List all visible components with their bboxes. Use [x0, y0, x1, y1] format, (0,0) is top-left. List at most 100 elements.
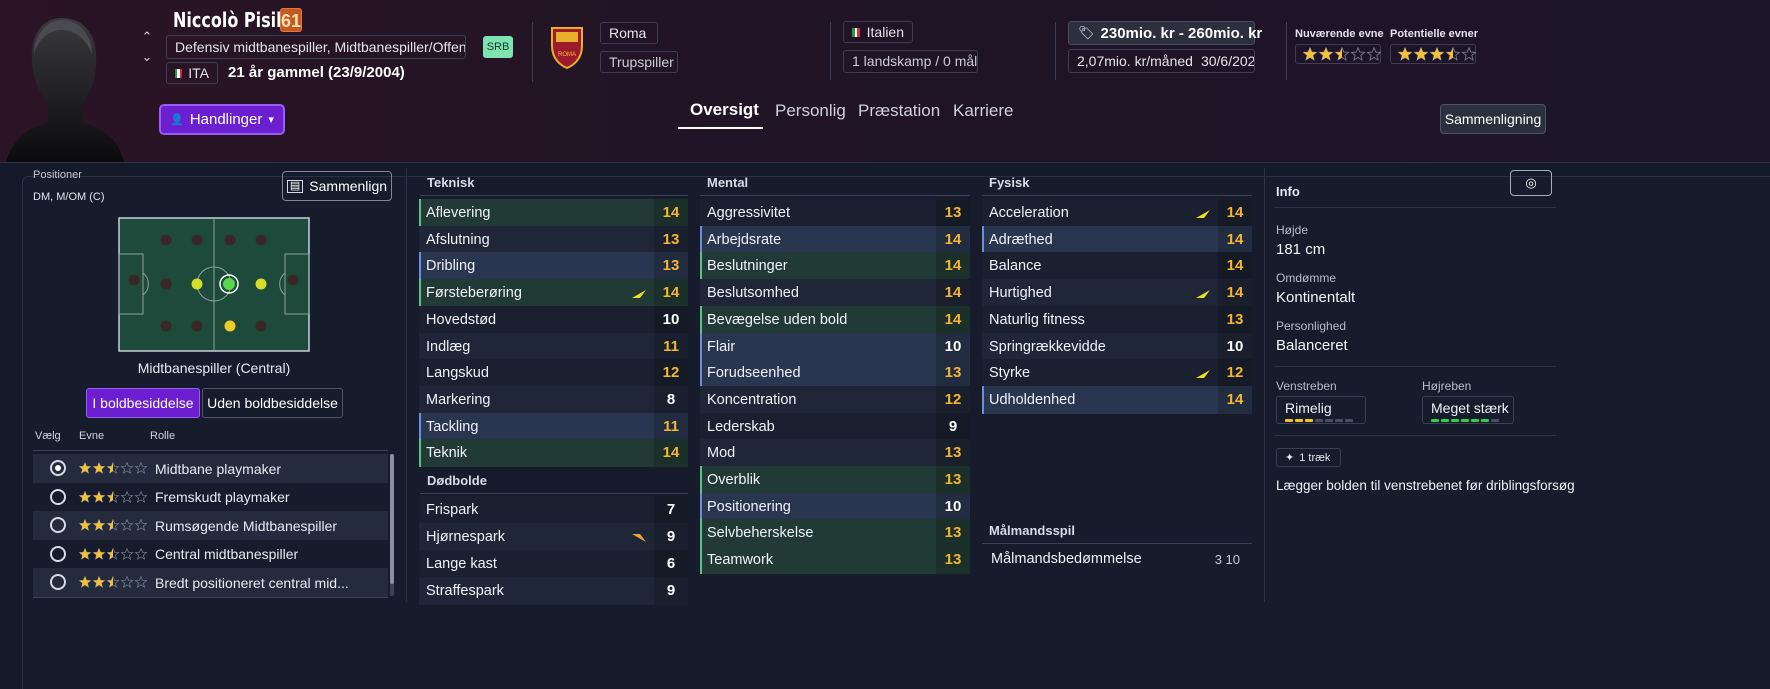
roles-divider	[33, 450, 388, 451]
attribute-row[interactable]: Aggressivitet 13	[700, 199, 970, 227]
tab-performance[interactable]: Præstation	[858, 101, 940, 121]
attribute-row[interactable]: Bevægelse uden bold 14	[700, 305, 970, 334]
attribute-row[interactable]: Udholdenhed 14	[982, 385, 1252, 414]
attribute-row[interactable]: Lange kast 6	[419, 549, 688, 578]
attribute-value: 14	[654, 199, 688, 227]
attribute-row[interactable]: Arbejdsrate 14	[700, 225, 970, 254]
role-row[interactable]: Fremskudt playmaker	[33, 483, 388, 512]
compare-icon: ▤	[286, 179, 304, 193]
attribute-value: 9	[936, 412, 970, 441]
club-name[interactable]: Roma	[600, 22, 658, 44]
reputation-label: Omdømme	[1276, 271, 1336, 285]
attribute-row[interactable]: Overblik 13	[700, 466, 970, 494]
attribute-row[interactable]: Mod 13	[700, 439, 970, 468]
attribute-row[interactable]: Balance 14	[982, 252, 1252, 281]
positions-label: Positioner	[33, 169, 82, 181]
attribute-row[interactable]: Positionering 10	[700, 492, 970, 521]
wage-contract-chip: 2,07mio. kr/måned 30/6/2029	[1068, 49, 1255, 73]
compare-button[interactable]: ▤ Sammenlign	[282, 171, 392, 201]
attribute-row[interactable]: Hovedstød 10	[419, 305, 688, 334]
attribute-row[interactable]: Adræthed 14	[982, 225, 1252, 254]
role-radio[interactable]	[50, 517, 66, 534]
set-pieces-title: Dødbolde	[427, 473, 487, 488]
traits-badge[interactable]: ✦ 1 træk	[1276, 448, 1341, 467]
nation-name: Italien	[866, 24, 904, 40]
in-possession-toggle[interactable]: I boldbesiddelse	[86, 388, 200, 418]
star-icon	[1461, 47, 1476, 61]
personality-profile-button[interactable]: ◎	[1510, 170, 1552, 196]
italy-flag-icon	[175, 68, 183, 78]
nation-chip[interactable]: Italien	[843, 21, 913, 43]
attribute-name: Positionering	[707, 498, 791, 515]
attribute-row[interactable]: Lederskab 9	[700, 412, 970, 441]
attribute-row[interactable]: Acceleration 14	[982, 199, 1252, 227]
role-name: Central midtbanespiller	[155, 546, 299, 563]
role-radio[interactable]	[50, 574, 66, 591]
foot-strength-bar	[1315, 419, 1323, 422]
attribute-row[interactable]: Hjørnespark 9	[419, 522, 688, 551]
attribute-row[interactable]: Beslutsomhed 14	[700, 279, 970, 308]
out-of-possession-toggle[interactable]: Uden boldbesiddelse	[202, 388, 343, 418]
roles-scrollbar[interactable]	[390, 454, 394, 596]
foot-strength-bar	[1325, 419, 1333, 422]
attribute-row[interactable]: Styrke 12	[982, 359, 1252, 388]
attribute-row[interactable]: Markering 8	[419, 385, 688, 414]
role-radio[interactable]	[50, 545, 66, 562]
attribute-name: Straffespark	[426, 582, 504, 599]
role-radio[interactable]	[50, 488, 66, 505]
tab-career[interactable]: Karriere	[953, 101, 1013, 121]
value-range-chip[interactable]: 🏷 230mio. kr - 260mio. kr	[1068, 21, 1262, 45]
info-divider	[1274, 435, 1556, 436]
role-row[interactable]: Midtbane playmaker	[33, 454, 388, 483]
roles-scrollbar-thumb[interactable]	[390, 454, 394, 584]
italy-flag-icon	[852, 27, 860, 37]
role-row[interactable]: Central midtbanespiller	[33, 540, 388, 569]
attribute-value: 7	[654, 496, 688, 524]
current-ability-label: Nuværende evne	[1295, 28, 1384, 40]
previous-player-chevron-up-icon[interactable]: ⌃	[140, 30, 154, 44]
attribute-row[interactable]: Straffespark 9	[419, 576, 688, 605]
header-separator	[830, 22, 831, 80]
attribute-value: 14	[1218, 279, 1252, 308]
role-row[interactable]: Rumsøgende Midtbanespiller	[33, 511, 388, 541]
wage: 2,07mio. kr/måned	[1077, 53, 1193, 69]
attribute-row[interactable]: Koncentration 12	[700, 385, 970, 414]
attribute-value: 14	[936, 305, 970, 334]
attribute-row[interactable]: Langskud 12	[419, 359, 688, 388]
attribute-row[interactable]: Dribling 13	[419, 252, 688, 281]
attribute-row[interactable]: Hurtighed 14	[982, 279, 1252, 308]
role-radio[interactable]	[50, 460, 66, 476]
attribute-row[interactable]: Springrækkevidde 10	[982, 332, 1252, 361]
attribute-row[interactable]: Førsteberøring 14	[419, 279, 688, 308]
attribute-row[interactable]: Teknik 14	[419, 439, 688, 468]
attribute-row[interactable]: Afslutning 13	[419, 225, 688, 254]
comparison-button[interactable]: Sammenligning	[1440, 104, 1546, 134]
role-row[interactable]: Bredt positioneret central mid...	[33, 568, 388, 598]
next-player-chevron-down-icon[interactable]: ⌄	[140, 50, 154, 66]
tab-personal[interactable]: Personlig	[775, 101, 846, 121]
attribute-row[interactable]: Selvbeherskelse 13	[700, 519, 970, 548]
attribute-row[interactable]: Teamwork 13	[700, 546, 970, 575]
right-foot-chip: Meget stærk	[1422, 396, 1514, 424]
physical-attributes: Acceleration 14 Adræthed 14 Balance 14 Hurtigh…	[982, 199, 1252, 414]
attribute-row[interactable]: Indlæg 11	[419, 332, 688, 361]
star-icon	[120, 490, 134, 503]
attribute-value: 13	[936, 359, 970, 388]
player-silhouette	[6, 18, 124, 162]
attribute-row[interactable]: Flair 10	[700, 332, 970, 361]
column-separator	[1264, 168, 1265, 602]
attribute-row[interactable]: Aflevering 14	[419, 199, 688, 227]
attribute-name: Overblik	[707, 472, 761, 488]
actions-button[interactable]: 👤 Handlinger ▾	[159, 104, 285, 135]
tab-overview[interactable]: Oversigt	[690, 100, 759, 120]
foot-strength-bar	[1285, 419, 1293, 422]
attribute-row[interactable]: Tackling 11	[419, 412, 688, 441]
attribute-row[interactable]: Frispark 7	[419, 496, 688, 524]
club-crest-icon[interactable]: ROMA	[548, 24, 586, 70]
attribute-name: Indlæg	[426, 338, 471, 355]
positions-field[interactable]: Defensiv midtbanespiller, Midtbanespille…	[166, 35, 466, 59]
age-text: 21 år gammel (23/9/2004)	[228, 64, 405, 81]
attribute-row[interactable]: Forudseenhed 13	[700, 359, 970, 388]
attribute-row[interactable]: Beslutninger 14	[700, 252, 970, 281]
attribute-row[interactable]: Naturlig fitness 13	[982, 305, 1252, 334]
